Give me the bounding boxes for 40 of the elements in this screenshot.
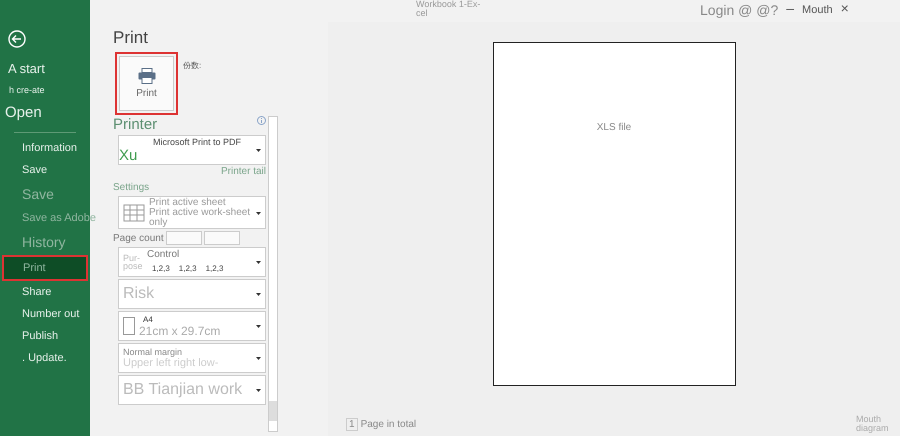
to-page-field[interactable]	[204, 231, 240, 245]
from-page-field[interactable]	[166, 231, 202, 245]
printer-heading: Printer	[113, 116, 158, 133]
page-heading: Print	[113, 28, 149, 48]
settings-dropdown[interactable]: Print active sheet Print active work-sheet only	[118, 196, 266, 229]
sidebar-item[interactable]: Share	[0, 281, 90, 303]
settings-dropdown[interactable]: A4 21cm x 29.7cm	[118, 311, 266, 341]
sidebar-item[interactable]: Publish	[0, 325, 90, 347]
caret-icon	[256, 293, 261, 296]
page-count-label: Page count	[113, 232, 164, 244]
window-title: Workbook 1-Ex-cel	[416, 0, 482, 18]
printer-icon	[138, 68, 156, 84]
close-button[interactable]: ×	[840, 0, 849, 16]
printer-dropdown[interactable]: Microsoft Print to PDF Xu	[118, 135, 266, 165]
sidebar-item[interactable]: . Update.	[0, 347, 90, 369]
scrollbar[interactable]	[268, 116, 278, 432]
caret-icon	[256, 261, 261, 264]
page-number-field[interactable]: 1	[346, 418, 358, 430]
page-icon	[123, 317, 135, 335]
sidebar-item[interactable]: h cre-ate	[0, 81, 45, 99]
settings-dropdown[interactable]: Pur-pose Control 1,2,3 1,2,3 1,2,3	[118, 247, 266, 277]
account-name: Mouth	[802, 4, 833, 16]
login-link[interactable]: Login @ @?	[700, 2, 778, 18]
page-preview: XLS file	[492, 42, 736, 386]
caret-icon	[256, 389, 261, 392]
sidebar-item[interactable]: Number out	[0, 303, 90, 325]
sidebar-item[interactable]: Information	[0, 137, 90, 159]
page-total-label: Page in total	[360, 418, 416, 430]
caret-icon	[256, 149, 261, 152]
spreadsheet-icon	[123, 204, 145, 222]
info-icon[interactable]	[257, 116, 266, 125]
sidebar-item[interactable]: Open	[0, 99, 90, 126]
settings-heading: Settings	[113, 182, 150, 193]
copies-label: 份数:	[183, 60, 202, 71]
caret-icon	[256, 357, 261, 360]
caret-icon	[256, 212, 261, 214]
sidebar-item[interactable]: A start	[0, 56, 90, 81]
caret-icon	[256, 325, 261, 328]
sidebar-item[interactable]: Save	[0, 159, 90, 181]
minimize-button[interactable]: –	[786, 0, 794, 16]
